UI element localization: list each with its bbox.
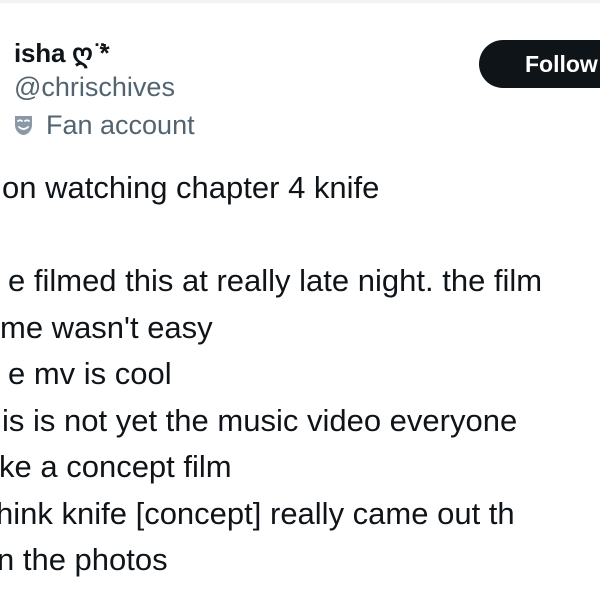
- tweet-header: isha ღ ̈* @chrischives Fan account Follo…: [0, 30, 600, 150]
- tweet-line: on watching chapter 4 knife: [2, 170, 380, 205]
- theater-masks-icon: [12, 112, 38, 138]
- tweet-line: me wasn't easy: [0, 309, 213, 345]
- tweet-line: is is not yet the music video everyone: [2, 402, 518, 438]
- top-divider: [0, 0, 600, 3]
- tweet-line: n the photos: [0, 542, 168, 577]
- tweet-text: on watching chapter 4 knife e filmed thi…: [0, 165, 600, 584]
- follow-button[interactable]: Follow: [479, 40, 600, 88]
- tweet-line: e filmed this at really late night. the …: [8, 263, 543, 298]
- tweet-line: ke a concept film: [0, 449, 232, 484]
- tweet-line: hink knife [concept] really came out th: [0, 495, 515, 531]
- tweet-line: e mv is cool: [8, 356, 172, 391]
- author-display-name[interactable]: isha ღ ̈*: [14, 38, 110, 69]
- account-label: Fan account: [12, 110, 195, 140]
- account-label-text: Fan account: [46, 109, 195, 140]
- author-handle[interactable]: @chrischives: [14, 72, 175, 103]
